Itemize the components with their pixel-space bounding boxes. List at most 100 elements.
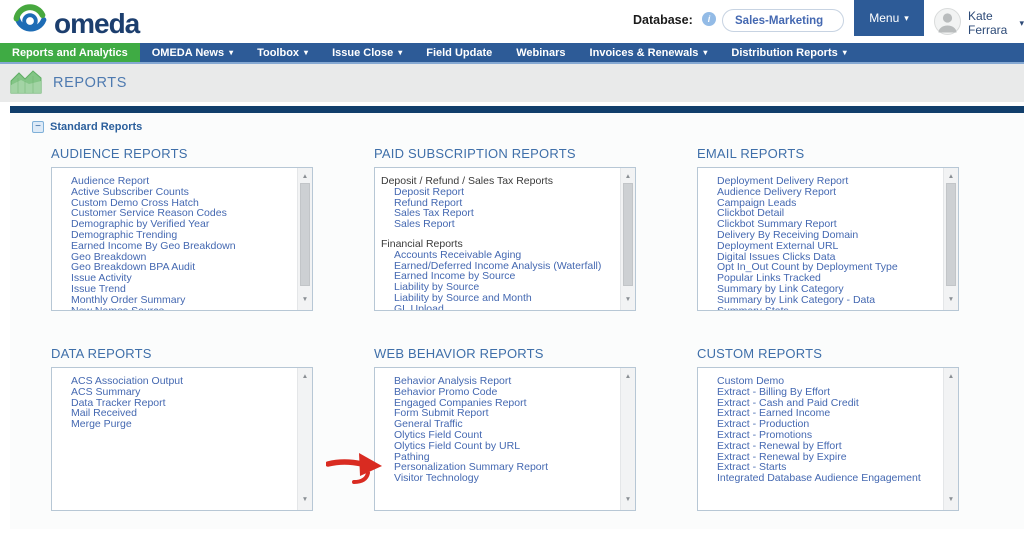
scrollbar[interactable]: ▲▼ <box>943 368 958 510</box>
panel-title: CUSTOM REPORTS <box>697 346 959 361</box>
panel-title: PAID SUBSCRIPTION REPORTS <box>374 146 636 161</box>
top-header: omeda Database: i Menu ▾ Kate Ferrara ▾ <box>0 0 1024 43</box>
menu-button[interactable]: Menu ▾ <box>854 0 924 36</box>
nav-item-invoices-renewals[interactable]: Invoices & Renewals▾ <box>578 43 720 62</box>
user-menu[interactable]: Kate Ferrara ▾ <box>934 8 1024 38</box>
report-link-gl-upload[interactable]: GL Upload <box>381 304 617 311</box>
database-label: Database: <box>633 13 693 27</box>
omeda-logo[interactable]: omeda <box>12 3 139 44</box>
panel-title: EMAIL REPORTS <box>697 146 959 161</box>
menu-label: Menu <box>869 11 899 25</box>
standard-reports-toggle[interactable]: − Standard Reports <box>32 121 1024 133</box>
scroll-down-icon[interactable]: ▼ <box>298 495 312 506</box>
report-link-acs-summary[interactable]: ACS Summary <box>58 387 294 398</box>
report-listbox: ACS Association OutputACS SummaryData Tr… <box>51 367 313 511</box>
panel-title: AUDIENCE REPORTS <box>51 146 313 161</box>
caret-down-icon: ▾ <box>1019 19 1024 28</box>
report-panel-email-reports: EMAIL REPORTS Deployment Delivery ReportA… <box>697 146 959 311</box>
scroll-thumb[interactable] <box>946 183 956 286</box>
scroll-down-icon[interactable]: ▼ <box>621 495 635 506</box>
report-listbox: Custom DemoExtract - Billing By EffortEx… <box>697 367 959 511</box>
report-listbox: Deployment Delivery ReportAudience Deliv… <box>697 167 959 311</box>
section-title: Standard Reports <box>50 121 142 133</box>
caret-down-icon: ▾ <box>229 49 233 57</box>
scroll-thumb[interactable] <box>300 183 310 286</box>
content-panel: − Standard Reports AUDIENCE REPORTS Audie… <box>10 106 1024 529</box>
nav-item-label: Field Update <box>426 47 492 59</box>
report-link-extract-renewal-by-effort[interactable]: Extract - Renewal by Effort <box>704 441 940 452</box>
nav-item-reports-and-analytics[interactable]: Reports and Analytics <box>0 43 140 62</box>
report-link-active-subscriber-counts[interactable]: Active Subscriber Counts <box>58 187 294 198</box>
report-link-monthly-order-summary[interactable]: Monthly Order Summary <box>58 295 294 306</box>
report-group: Audience ReportActive Subscriber CountsC… <box>58 176 294 311</box>
report-link-new-names-source[interactable]: New Names Source <box>58 306 294 311</box>
report-link-deposit-report[interactable]: Deposit Report <box>381 187 617 198</box>
nav-item-omeda-news[interactable]: OMEDA News ▾ <box>140 43 245 62</box>
database-input[interactable] <box>722 9 844 32</box>
scroll-thumb[interactable] <box>623 183 633 286</box>
report-panel-paid-subscription-reports: PAID SUBSCRIPTION REPORTS Deposit / Refun… <box>374 146 636 311</box>
scroll-up-icon[interactable]: ▲ <box>621 172 635 183</box>
page-title: REPORTS <box>53 75 127 91</box>
scroll-down-icon[interactable]: ▼ <box>298 295 312 306</box>
nav-item-field-update[interactable]: Field Update <box>414 43 504 62</box>
info-icon[interactable]: i <box>702 12 716 26</box>
report-link-visitor-technology[interactable]: Visitor Technology <box>381 473 617 484</box>
nav-item-toolbox[interactable]: Toolbox ▾ <box>245 43 320 62</box>
scroll-down-icon[interactable]: ▼ <box>944 295 958 306</box>
caret-down-icon: ▾ <box>904 14 909 23</box>
scrollbar[interactable]: ▲▼ <box>297 368 312 510</box>
report-panel-web-behavior-reports: WEB BEHAVIOR REPORTS Behavior Analysis Re… <box>374 346 636 511</box>
report-panel-audience-reports: AUDIENCE REPORTS Audience ReportActive Su… <box>51 146 313 311</box>
report-group: Deposit / Refund / Sales Tax ReportsDepo… <box>381 176 617 230</box>
report-link-audience-delivery-report[interactable]: Audience Delivery Report <box>704 187 940 198</box>
panel-title: WEB BEHAVIOR REPORTS <box>374 346 636 361</box>
nav-item-label: Distribution Reports <box>731 47 837 59</box>
scroll-down-icon[interactable]: ▼ <box>621 295 635 306</box>
report-link-integrated-database-audience-engagement[interactable]: Integrated Database Audience Engagement <box>704 473 940 484</box>
scroll-down-icon[interactable]: ▼ <box>944 495 958 506</box>
report-link-deployment-external-url[interactable]: Deployment External URL <box>704 241 940 252</box>
user-name: Kate Ferrara <box>968 9 1012 37</box>
scroll-up-icon[interactable]: ▲ <box>944 372 958 383</box>
report-link-summary-stats[interactable]: Summary Stats <box>704 306 940 311</box>
report-listbox: Audience ReportActive Subscriber CountsC… <box>51 167 313 311</box>
caret-down-icon: ▾ <box>843 49 847 57</box>
report-group: ACS Association OutputACS SummaryData Tr… <box>58 376 294 430</box>
report-link-sales-report[interactable]: Sales Report <box>381 219 617 230</box>
report-link-summary-by-link-category-data[interactable]: Summary by Link Category - Data <box>704 295 940 306</box>
nav-item-label: Webinars <box>516 47 565 59</box>
report-link-extract-billing-by-effort[interactable]: Extract - Billing By Effort <box>704 387 940 398</box>
report-group: Behavior Analysis ReportBehavior Promo C… <box>381 376 617 484</box>
report-link-merge-purge[interactable]: Merge Purge <box>58 419 294 430</box>
nav-item-label: Toolbox <box>257 47 299 59</box>
nav-item-issue-close[interactable]: Issue Close▾ <box>320 43 414 62</box>
report-link-accounts-receivable-aging[interactable]: Accounts Receivable Aging <box>381 250 617 261</box>
collapse-minus-icon[interactable]: − <box>32 121 44 133</box>
report-link-earned-income-by-geo-breakdown[interactable]: Earned Income By Geo Breakdown <box>58 241 294 252</box>
annotation-arrow-icon <box>326 449 384 487</box>
report-link-olytics-field-count-by-url[interactable]: Olytics Field Count by URL <box>381 441 617 452</box>
scroll-up-icon[interactable]: ▲ <box>944 172 958 183</box>
scrollbar[interactable]: ▲▼ <box>943 168 958 310</box>
nav-item-distribution-reports[interactable]: Distribution Reports ▾ <box>719 43 858 62</box>
scroll-up-icon[interactable]: ▲ <box>298 172 312 183</box>
scrollbar[interactable]: ▲▼ <box>620 168 635 310</box>
nav-item-label: Issue Close <box>332 47 393 59</box>
scrollbar[interactable]: ▲▼ <box>297 168 312 310</box>
report-group: Custom DemoExtract - Billing By EffortEx… <box>704 376 940 484</box>
nav-item-label: OMEDA News <box>152 47 224 59</box>
report-listbox: Deposit / Refund / Sales Tax ReportsDepo… <box>374 167 636 311</box>
scroll-up-icon[interactable]: ▲ <box>298 372 312 383</box>
nav-item-webinars[interactable]: Webinars <box>504 43 577 62</box>
nav-item-label: Reports and Analytics <box>12 47 128 59</box>
page-root: omeda Database: i Menu ▾ Kate Ferrara ▾ … <box>0 0 1024 529</box>
reports-chart-icon <box>10 68 42 99</box>
caret-down-icon: ▾ <box>304 49 308 57</box>
scroll-up-icon[interactable]: ▲ <box>621 372 635 383</box>
scrollbar[interactable]: ▲▼ <box>620 368 635 510</box>
report-link-behavior-promo-code[interactable]: Behavior Promo Code <box>381 387 617 398</box>
nav-item-label: Invoices & Renewals <box>590 47 699 59</box>
report-panel-data-reports: DATA REPORTSACS Association OutputACS Su… <box>51 346 313 511</box>
logo-text: omeda <box>54 8 139 40</box>
